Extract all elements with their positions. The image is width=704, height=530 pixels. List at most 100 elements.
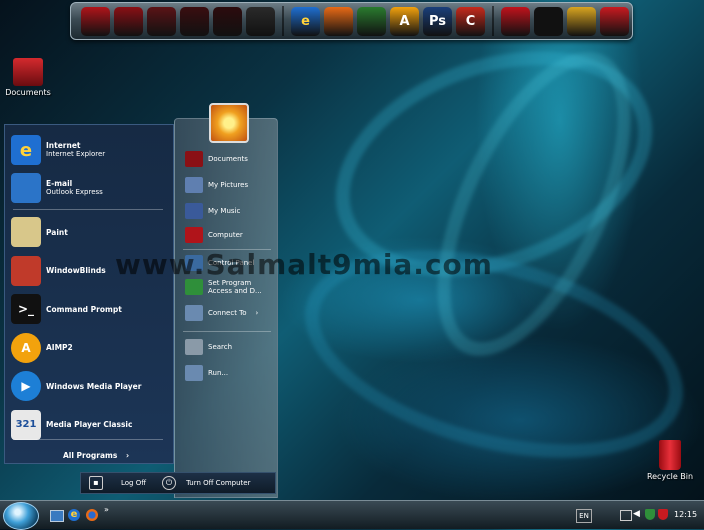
documents-folder-icon[interactable] xyxy=(81,6,110,36)
computer-icon xyxy=(185,227,203,243)
outlook-express-icon xyxy=(11,173,41,203)
start-menu-places-pane: Documents My Pictures My Music Computer Cont… xyxy=(174,103,278,498)
start-menu: Documents My Pictures My Music Computer Cont… xyxy=(2,103,278,498)
recycle-bin-icon xyxy=(659,440,681,470)
program-item[interactable]: Paint xyxy=(11,217,68,247)
firefox-icon[interactable] xyxy=(324,6,353,36)
music-folder-icon[interactable] xyxy=(147,6,176,36)
tray-network-icon[interactable] xyxy=(620,510,632,521)
firefox-icon[interactable] xyxy=(86,509,98,521)
desktop-icon-documents[interactable]: Documents xyxy=(2,58,54,97)
photoshop-icon[interactable]: Ps xyxy=(423,6,452,36)
program-item[interactable]: >_ Command Prompt xyxy=(11,294,122,324)
program-item[interactable]: WindowBlinds xyxy=(11,255,106,286)
documents-folder-icon xyxy=(185,151,203,167)
turn-off-label: Turn Off Computer xyxy=(186,479,251,487)
media-player-classic-icon: 321 xyxy=(11,409,41,440)
program-item-label: Windows Media Player xyxy=(46,381,142,391)
user-picture-icon xyxy=(209,103,249,143)
lock-icon: ▪ xyxy=(89,476,103,490)
program-item[interactable]: 321 Media Player Classic xyxy=(11,409,133,440)
all-programs-button[interactable]: All Programs › xyxy=(63,451,129,460)
tshirt-icon[interactable] xyxy=(534,6,563,36)
recycle-bin-icon[interactable] xyxy=(600,6,629,36)
internet-explorer-icon[interactable]: e xyxy=(291,6,320,36)
places-item-label: Run... xyxy=(208,369,229,377)
internet-explorer-icon: e xyxy=(11,135,41,165)
all-programs-label: All Programs xyxy=(63,451,118,460)
start-menu-footer: ▪ Log Off ⏻ Turn Off Computer xyxy=(80,472,276,494)
tools-icon[interactable] xyxy=(567,6,596,36)
command-prompt-icon: >_ xyxy=(11,294,41,324)
video-folder-icon[interactable] xyxy=(180,6,209,36)
program-item-label: Paint xyxy=(46,227,68,237)
places-item-label: Computer xyxy=(208,231,243,239)
program-access-icon xyxy=(185,279,203,295)
paint-icon xyxy=(11,217,41,247)
quick-launch-overflow-icon[interactable]: » xyxy=(104,505,109,514)
taskbar-clock[interactable]: 12:15 xyxy=(674,510,697,519)
language-indicator[interactable]: EN xyxy=(576,509,592,523)
tray-shield-icon[interactable] xyxy=(645,509,655,520)
pinned-internet-item[interactable]: e Internet Internet Explorer xyxy=(11,135,105,165)
watermark-text: www.Salmalt9mia.com xyxy=(115,248,493,281)
program-item[interactable]: A AIMP2 xyxy=(11,332,73,363)
places-item-label: My Pictures xyxy=(208,181,249,189)
aimp-icon: A xyxy=(11,332,41,363)
top-dock: e A Ps C xyxy=(70,2,633,40)
dock-separator xyxy=(492,6,494,36)
places-item-label: My Music xyxy=(208,207,241,215)
pinned-item-subtitle: Internet Explorer xyxy=(46,150,106,158)
power-icon: ⏻ xyxy=(162,476,177,490)
globe-icon[interactable] xyxy=(501,6,530,36)
downloads-folder-icon[interactable] xyxy=(213,6,242,36)
desktop-icon-label: Recycle Bin xyxy=(646,472,694,481)
internet-explorer-icon[interactable]: e xyxy=(68,509,80,521)
turn-off-button[interactable]: ⏻ Turn Off Computer xyxy=(162,476,250,490)
windowblinds-icon xyxy=(11,255,41,286)
aimp-icon[interactable]: A xyxy=(390,6,419,36)
tray-volume-icon[interactable]: ◀ xyxy=(633,509,640,519)
places-item[interactable]: Set Program Access and D... xyxy=(185,279,274,295)
show-desktop-icon[interactable] xyxy=(50,510,64,522)
places-item[interactable]: My Music xyxy=(185,203,240,219)
menu-separator xyxy=(13,439,163,440)
program-item[interactable]: ▶ Windows Media Player xyxy=(11,371,141,401)
taskbar: e » EN ◀ 12:15 xyxy=(0,500,704,530)
places-item-label: Connect To xyxy=(208,309,247,317)
documents-folder-icon xyxy=(13,58,43,86)
arrow-right-icon: › xyxy=(125,451,130,460)
arrow-right-icon: › xyxy=(255,309,259,317)
desktop-icon-recycle-bin[interactable]: Recycle Bin xyxy=(640,440,700,481)
search-icon xyxy=(185,339,203,355)
start-button[interactable] xyxy=(3,502,39,530)
tray-alert-icon[interactable] xyxy=(658,509,668,520)
menu-separator xyxy=(13,209,163,210)
pinned-item-title: E-mail xyxy=(46,179,73,188)
pinned-item-title: Internet xyxy=(46,141,81,150)
pinned-item-text: E-mail Outlook Express xyxy=(46,179,103,197)
dock-separator xyxy=(282,6,284,36)
menu-separator xyxy=(183,331,271,332)
ccleaner-icon[interactable]: C xyxy=(456,6,485,36)
folder-icon[interactable] xyxy=(246,6,275,36)
run-icon xyxy=(185,365,203,381)
places-item[interactable]: My Pictures xyxy=(185,177,248,193)
network-icon[interactable] xyxy=(357,6,386,36)
program-item-label: Media Player Classic xyxy=(46,420,133,429)
desktop-icon-label: Documents xyxy=(5,88,51,97)
pinned-email-item[interactable]: E-mail Outlook Express xyxy=(11,173,103,203)
places-item[interactable]: Computer xyxy=(185,227,243,243)
places-item[interactable]: Run... xyxy=(185,365,228,381)
pictures-folder-icon[interactable] xyxy=(114,6,143,36)
pictures-folder-icon xyxy=(185,177,203,193)
log-off-button[interactable]: ▪ Log Off xyxy=(89,476,146,490)
places-item-label: Search xyxy=(208,343,233,351)
places-item[interactable]: Documents xyxy=(185,151,248,167)
pinned-item-text: Internet Internet Explorer xyxy=(46,141,105,159)
places-item-label: Documents xyxy=(208,155,248,163)
pinned-item-subtitle: Outlook Express xyxy=(46,188,103,196)
places-item-label: Set Program Access and D... xyxy=(208,279,262,295)
places-item[interactable]: Search xyxy=(185,339,232,355)
places-item[interactable]: Connect To › xyxy=(185,305,258,321)
